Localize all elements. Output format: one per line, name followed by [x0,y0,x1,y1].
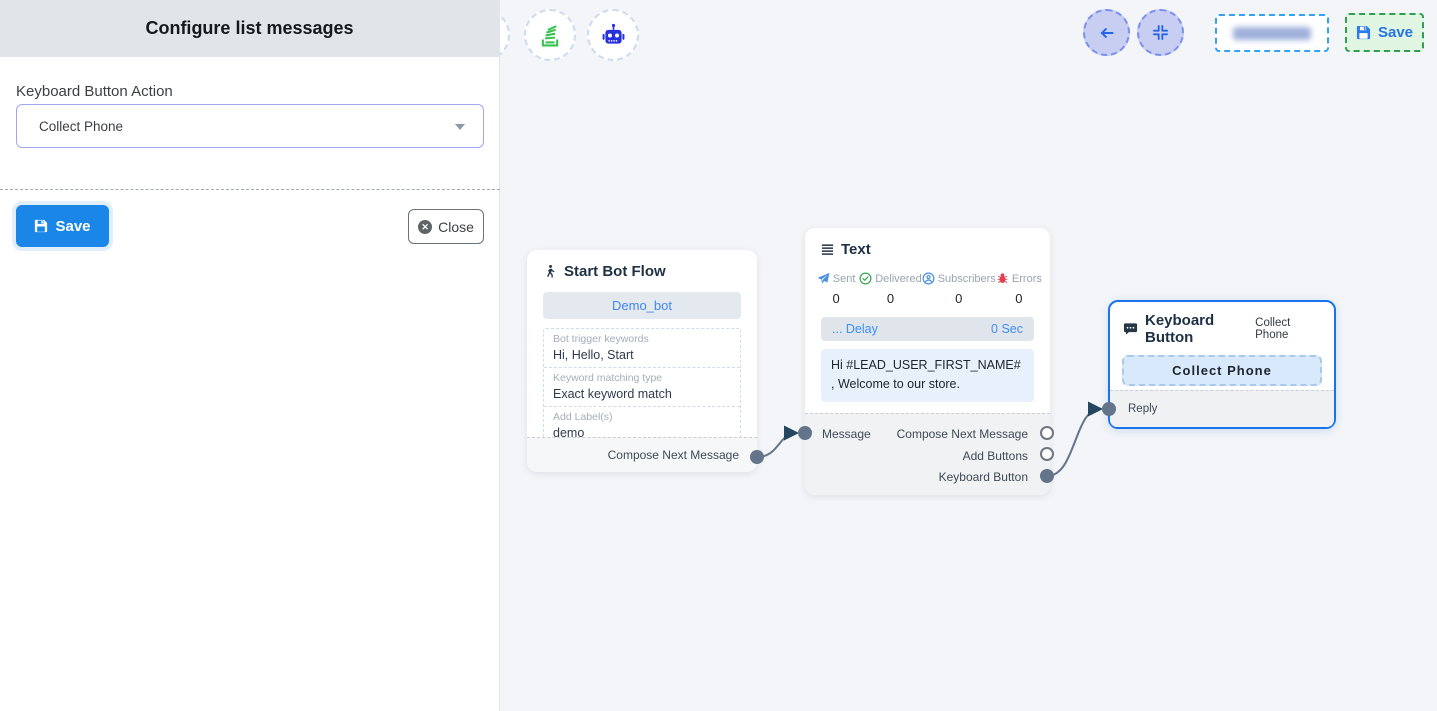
bot-settings-fields: Bot trigger keywords Hi, Hello, Start Ke… [543,328,741,446]
kb-collect-phone-button[interactable]: Collect Phone [1122,355,1322,386]
walking-person-icon [543,264,557,279]
stat-value: 0 [922,291,996,306]
node-text-header: Text [805,228,1050,258]
field-matching-type[interactable]: Keyword matching type Exact keyword matc… [544,367,740,406]
stat-label: Subscribers [938,273,996,285]
panel-divider [0,189,500,190]
bot-name-pill[interactable]: Demo_bot [543,292,741,319]
floppy-icon [34,219,48,233]
arrow-left-icon [1098,24,1116,42]
delay-value: 0 Sec [991,322,1023,336]
bot-tool-button[interactable] [587,9,639,61]
output-compose-next-message-label: Compose Next Message [608,448,739,462]
configure-panel-header: Configure list messages [0,0,499,57]
stack-icon [537,22,563,48]
output-compose-next-message-label: Compose Next Message [897,427,1028,441]
floppy-icon [1356,25,1371,40]
connector-text-keyboard-button[interactable] [1040,469,1054,483]
stat-label: Sent [833,273,856,285]
stack-tool-button[interactable] [524,9,576,61]
edge-text-to-keyboard [1047,409,1100,476]
keyboard-button-action-label: Keyboard Button Action [16,83,173,100]
flow-save-label: Save [1378,24,1413,41]
redacted-text [1233,27,1311,40]
connector-kb-reply-input[interactable] [1102,402,1116,416]
stat-delivered: Delivered 0 [859,272,921,306]
chevron-down-icon [455,124,465,130]
selected-action-value: Collect Phone [39,119,123,134]
node-text-title: Text [841,241,871,258]
stat-value: 0 [996,291,1042,306]
field-value: Hi, Hello, Start [553,348,731,362]
output-keyboard-button-label: Keyboard Button [939,470,1028,484]
configure-panel: Configure list messages Keyboard Button … [0,0,500,711]
back-button[interactable] [1083,9,1130,56]
output-add-buttons-label: Add Buttons [963,449,1028,463]
panel-save-button[interactable]: Save [16,205,109,247]
fit-view-button[interactable] [1137,9,1184,56]
connector-text-compose-next-message[interactable] [1040,426,1054,440]
field-trigger-keywords[interactable]: Bot trigger keywords Hi, Hello, Start [544,329,740,367]
compress-icon [1152,24,1169,41]
user-circle-icon [922,272,935,285]
node-start-bot-flow[interactable]: Start Bot Flow Demo_bot Bot trigger keyw… [527,250,757,472]
kb-action-label: Collect Phone [1255,317,1321,341]
node-kb-footer: Reply [1110,390,1334,427]
stat-subscribers: Subscribers 0 [922,272,996,306]
stat-value: 0 [813,291,859,306]
panel-close-label: Close [438,219,474,235]
field-label: Bot trigger keywords [553,333,731,345]
field-label: Keyword matching type [553,372,731,384]
node-kb-title: Keyboard Button [1145,312,1255,346]
menu-icon [821,243,834,256]
delay-setting[interactable]: ... Delay 0 Sec [821,317,1034,341]
node-start-title: Start Bot Flow [564,263,666,280]
stat-label: Errors [1012,273,1042,285]
robot-icon [600,22,627,49]
field-label: Add Label(s) [553,411,731,423]
input-message-label: Message [822,427,871,441]
connector-text-add-buttons[interactable] [1040,447,1054,461]
connector-start-compose-next-message[interactable] [750,450,764,464]
check-circle-icon [859,272,872,285]
stat-label: Delivered [875,273,921,285]
input-reply-label: Reply [1128,403,1157,415]
node-keyboard-button[interactable]: Keyboard Button Collect Phone Collect Ph… [1108,300,1336,429]
keyboard-button-action-select[interactable]: Collect Phone [16,104,484,148]
panel-save-label: Save [55,218,90,235]
bug-icon [996,272,1009,285]
node-text-footer: Message Compose Next Message Add Buttons… [805,413,1050,495]
stat-sent: Sent 0 [813,272,859,306]
node-text[interactable]: Text Sent 0 Delivered 0 [805,228,1050,495]
stat-errors: Errors 0 [996,272,1042,306]
chat-bubble-icon [1123,322,1138,336]
flow-builder-app: Save Start Bot Flow Demo_bot Bot trigger… [0,0,1437,711]
message-stats: Sent 0 Delivered 0 Subscribers [813,272,1042,306]
node-start-header: Start Bot Flow [527,250,757,280]
panel-title: Configure list messages [145,18,353,39]
delay-label: ... Delay [832,322,878,336]
message-text[interactable]: Hi #LEAD_USER_FIRST_NAME# , Welcome to o… [821,349,1034,402]
close-icon: ✕ [418,220,432,234]
node-kb-header: Keyboard Button Collect Phone [1110,302,1334,346]
paper-plane-icon [817,272,830,285]
stat-value: 0 [859,291,921,306]
redacted-button[interactable] [1215,14,1329,52]
panel-close-button[interactable]: ✕ Close [408,209,484,244]
flow-save-button[interactable]: Save [1345,13,1424,52]
field-value: Exact keyword match [553,387,731,401]
node-start-footer: Compose Next Message [527,437,757,472]
connector-text-message-input[interactable] [798,426,812,440]
